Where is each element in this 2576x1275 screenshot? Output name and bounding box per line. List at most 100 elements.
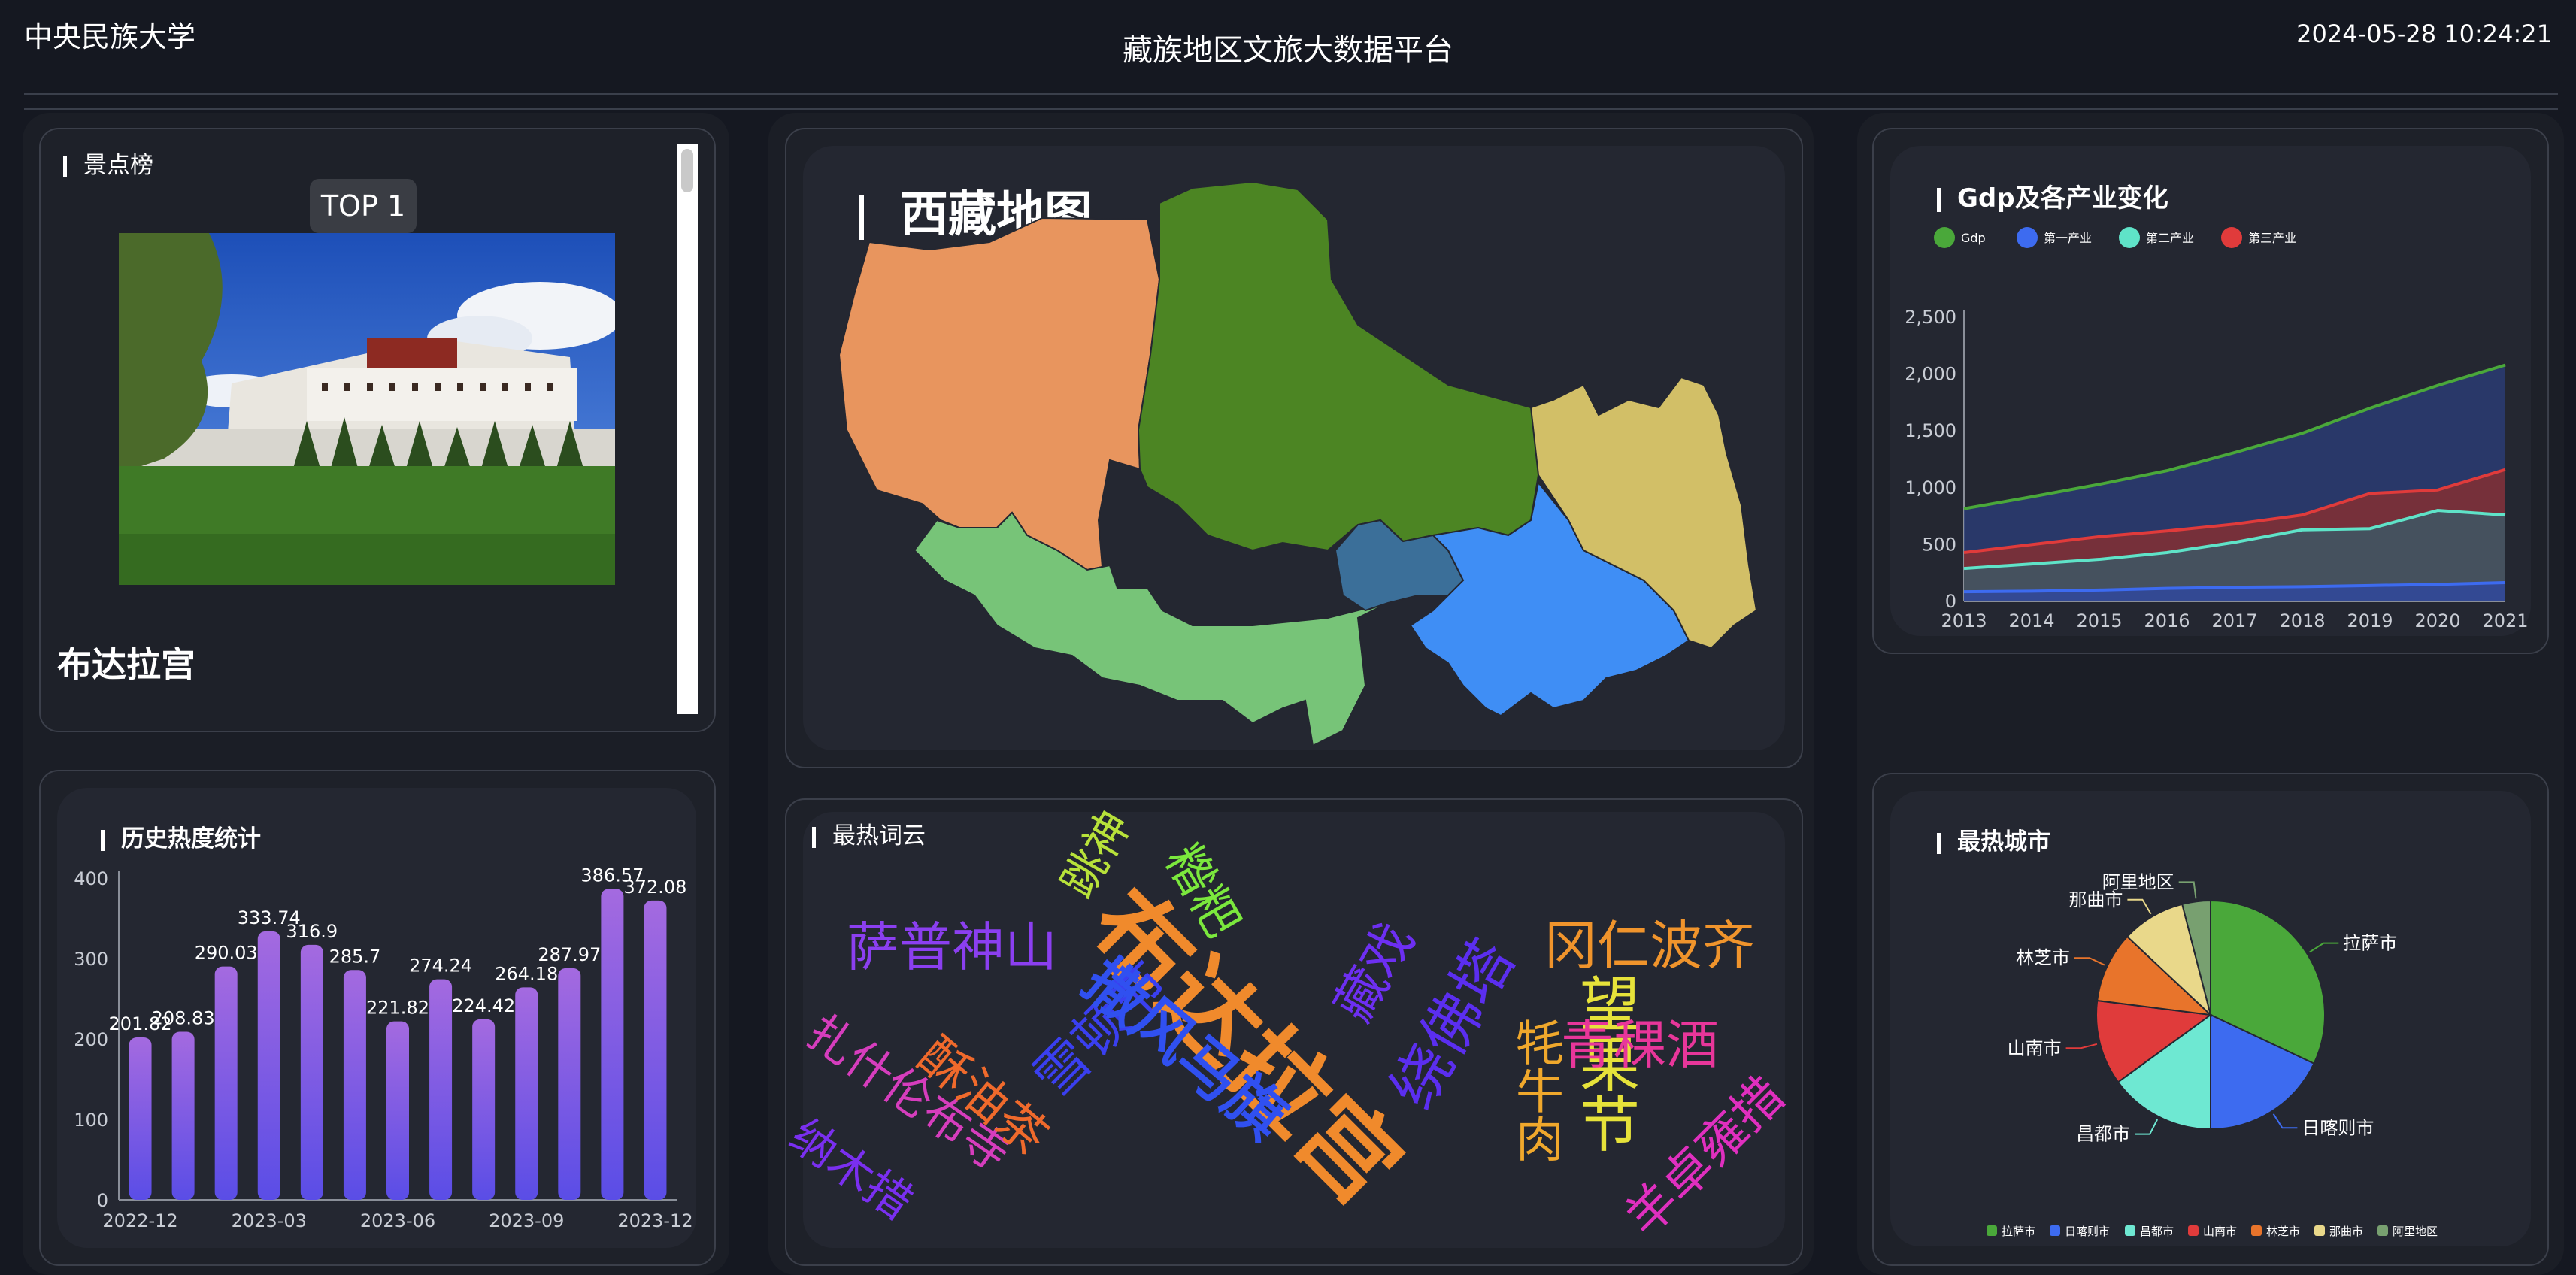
gdp-area-chart: 0 500 1,000 1,500 2,000 2,500 2013 2014 2015 2016… — [1905, 227, 2529, 631]
legend-marker — [2377, 1225, 2388, 1236]
bar-value-label: 224.42 — [452, 995, 515, 1016]
legend-marker — [2119, 227, 2140, 248]
bar — [515, 987, 538, 1200]
attractions-header: 景点榜 — [63, 146, 153, 180]
x-tick-label: 2023-03 — [232, 1210, 307, 1231]
map-region-nagqu[interactable] — [1137, 180, 1555, 552]
gdp-panel: Gdp及各产业变化 0 500 1,000 1,500 2,000 2,500 2013 20… — [1872, 128, 2549, 654]
label-line — [2272, 1113, 2298, 1129]
label-line — [2178, 881, 2197, 899]
legend-label: 昌都市 — [2140, 1225, 2174, 1238]
y-tick-label: 200 — [74, 1029, 108, 1050]
attraction-name: 布达拉宫 — [57, 644, 195, 685]
legend-marker — [2221, 227, 2242, 248]
title-marker — [63, 156, 67, 177]
legend-label: 第三产业 — [2248, 231, 2296, 245]
bar-value-label: 285.7 — [329, 946, 381, 967]
legend-label: 第一产业 — [2044, 231, 2092, 245]
y-tick-label: 400 — [74, 868, 108, 889]
attractions-scrollbar[interactable] — [677, 144, 698, 714]
bar-value-label: 264.18 — [495, 963, 558, 984]
bar — [171, 1031, 195, 1200]
attractions-title: 景点榜 — [83, 152, 153, 179]
label-line — [2074, 957, 2105, 966]
slice-label: 林芝市 — [2016, 947, 2070, 968]
legend-label: 日喀则市 — [2065, 1225, 2110, 1238]
legend-label: 那曲市 — [2329, 1225, 2363, 1238]
legend-marker — [1934, 227, 1955, 248]
legend-label: 拉萨市 — [2002, 1225, 2035, 1238]
map-region-ali[interactable] — [838, 217, 1161, 571]
x-tick-label: 2023-12 — [617, 1210, 692, 1231]
y-tick-label: 500 — [1922, 534, 1956, 555]
bar-value-label: 208.83 — [152, 1008, 215, 1029]
x-tick-label: 2023-06 — [360, 1210, 435, 1231]
word-item[interactable]: 牦牛肉 — [1501, 1018, 1570, 1162]
legend-marker — [2050, 1225, 2060, 1236]
bar — [558, 968, 581, 1200]
word-item[interactable]: 青稞酒 — [1561, 1003, 1719, 1079]
cities-panel: 最热城市 拉萨市 日喀则市 昌都市 山南市 林芝市 那曲市 阿里地区 拉萨市 日喀则市 昌都市 山南… — [1872, 773, 2549, 1266]
bar-value-label: 372.08 — [623, 877, 686, 898]
wordcloud-canvas: 萨普神山 跳神 糌粑 布达拉宫 藏戏 绕佛塔 冈仁波齐 扎什伦布寺 酥油茶 雪顿… — [780, 800, 1802, 1264]
bar — [472, 1019, 496, 1200]
rank-badge: TOP 1 — [310, 179, 417, 233]
cities-pie-chart: 拉萨市日喀则市昌都市山南市林芝市那曲市阿里地区拉萨市 日喀则市 昌都市 山南市 林芝市那… — [1987, 871, 2438, 1238]
y-tick-label: 300 — [74, 949, 108, 970]
x-tick-label: 2013 — [1941, 610, 1987, 631]
slice-label: 日喀则市 — [2302, 1117, 2374, 1138]
legend-label: Gdp — [1961, 231, 1986, 245]
bar — [386, 1021, 409, 1200]
legend-marker — [2251, 1225, 2262, 1236]
page-title: 藏族地区文旅大数据平台 — [1123, 33, 1453, 68]
x-tick-label: 2019 — [2347, 610, 2393, 631]
legend-label: 林芝市 — [2266, 1225, 2300, 1238]
y-tick-label: 100 — [74, 1110, 108, 1131]
potala-palace-image — [119, 233, 623, 585]
map-panel: 西藏地图 — [785, 128, 1803, 768]
bar — [429, 979, 453, 1200]
y-tick-label: 2,500 — [1905, 307, 1956, 328]
word-item[interactable]: 萨普神山 — [847, 905, 1057, 981]
history-bar-chart: 0100200300400201.82208.83290.03333.74316… — [74, 865, 692, 1231]
label-line — [2127, 898, 2152, 915]
slice-label: 山南市 — [2008, 1037, 2062, 1058]
wordcloud-panel: 最热词云 萨普神山 跳神 糌粑 布达拉宫 藏戏 绕佛塔 冈仁波齐 扎什伦布寺 酥… — [780, 798, 1803, 1266]
attraction-image[interactable] — [119, 233, 623, 585]
tibet-map — [838, 180, 1758, 747]
bar — [644, 900, 667, 1200]
y-tick-label: 0 — [1945, 591, 1956, 612]
y-tick-label: 0 — [97, 1190, 108, 1211]
bar-value-label: 316.9 — [286, 921, 338, 942]
legend-label: 山南市 — [2203, 1225, 2237, 1238]
bar — [601, 889, 624, 1200]
header-divider-2 — [24, 108, 2558, 110]
x-tick-label: 2022-12 — [102, 1210, 177, 1231]
bar — [214, 966, 238, 1200]
label-line — [2065, 1043, 2098, 1049]
x-tick-label: 2015 — [2076, 610, 2122, 631]
bar — [300, 944, 323, 1200]
legend-marker — [2017, 227, 2038, 248]
scrollbar-thumb[interactable] — [681, 149, 693, 192]
x-tick-label: 2016 — [2144, 610, 2190, 631]
x-tick-label: 2018 — [2279, 610, 2325, 631]
x-tick-label: 2023-09 — [489, 1210, 564, 1231]
legend-marker — [2314, 1225, 2325, 1236]
attractions-panel: 景点榜 TOP 1 布达拉宫 — [39, 128, 716, 732]
bar-value-label: 221.82 — [366, 998, 429, 1019]
y-tick-label: 1,000 — [1905, 477, 1956, 498]
word-item[interactable]: 冈仁波齐 — [1544, 904, 1755, 980]
legend-label: 第二产业 — [2146, 231, 2194, 245]
bar-value-label: 274.24 — [409, 955, 472, 977]
header-divider — [24, 93, 2558, 95]
bar — [129, 1037, 152, 1200]
label-line — [2135, 1119, 2159, 1135]
bar-value-label: 287.97 — [538, 944, 601, 965]
x-tick-label: 2017 — [2211, 610, 2257, 631]
x-tick-label: 2021 — [2482, 610, 2528, 631]
bar — [257, 931, 280, 1200]
slice-label: 拉萨市 — [2343, 933, 2397, 954]
bar-value-label: 290.03 — [195, 943, 258, 964]
history-panel: 历史热度统计 0 100 200 300 400 201.82 208.83 290.03 33… — [39, 770, 716, 1266]
